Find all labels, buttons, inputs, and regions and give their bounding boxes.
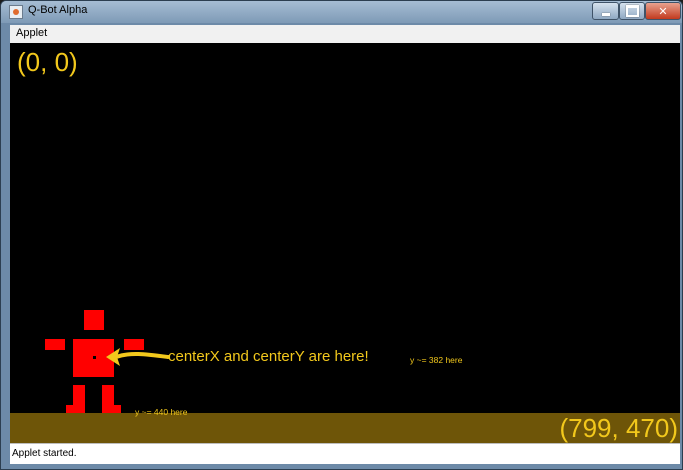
corner-coordinate-label: (799, 470) [559,413,678,443]
maximize-icon [625,5,639,17]
status-bar: Applet started. [10,443,680,464]
window-title: Q-Bot Alpha [28,4,88,16]
minimize-icon [601,12,610,16]
maximize-button[interactable] [619,2,645,20]
status-text: Applet started. [12,448,77,459]
robot-right-leg-upper [102,385,114,405]
java-app-icon[interactable] [9,5,23,19]
arrow-icon [106,348,170,366]
menu-bar: Applet [10,25,680,44]
robot-left-leg-upper [73,385,85,405]
y440-annotation: y ~= 440 here [135,407,188,417]
robot-right-leg-lower [102,405,121,413]
close-button[interactable]: ✕ [645,2,681,20]
robot-center-dot [93,356,96,359]
robot-left-arm [45,339,65,350]
title-bar[interactable]: Q-Bot Alpha ✕ [1,1,682,23]
center-annotation: centerX and centerY are here! [168,348,369,365]
origin-coordinate-label: (0, 0) [17,47,78,77]
menu-applet[interactable]: Applet [16,27,47,39]
close-icon: ✕ [658,4,668,18]
robot-head [84,310,104,330]
applet-window: Q-Bot Alpha ✕ Applet (0, 0) (799, 470) c… [0,0,683,470]
applet-canvas[interactable]: (0, 0) (799, 470) centerX and centerY ar… [10,43,680,443]
robot-left-leg-lower [66,405,85,413]
y382-annotation: y ~= 382 here [410,355,463,365]
minimize-button[interactable] [592,2,619,20]
